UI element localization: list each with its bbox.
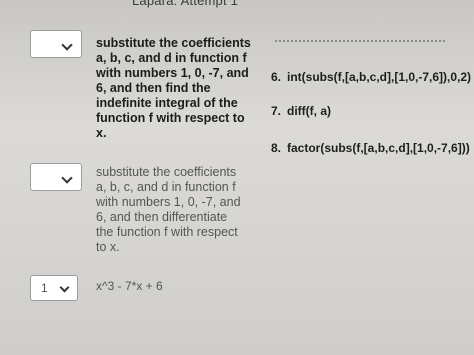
question-line: to x. (96, 240, 120, 254)
question-line: with numbers 1, 0, -7, and (96, 66, 249, 80)
option-number: 7. (271, 104, 282, 118)
question-text-1: substitute the coefficients a, b, c, and… (96, 36, 251, 141)
question-line: 6, and then find the (96, 81, 211, 95)
option-7: 7. diff(f, a) (271, 104, 331, 118)
question-line: substitute the coefficients (96, 36, 251, 50)
option-8: 8. factor(subs(f,[a,b,c,d],[1,0,-7,6])) (271, 141, 470, 155)
question-text-3: x^3 - 7*x + 6 (96, 279, 163, 294)
question-line: substitute the coefficients (96, 165, 237, 179)
answer-select-value: 1 (41, 281, 48, 295)
answer-select-2[interactable] (30, 163, 82, 191)
question-line: x. (96, 126, 107, 140)
question-line: the function f with respect (96, 225, 238, 239)
chevron-down-icon (59, 282, 70, 293)
question-line: x^3 - 7*x + 6 (96, 279, 163, 293)
chevron-down-icon (61, 39, 73, 51)
quiz-page: Lapara: Attempt 1 substitute the coeffic… (0, 0, 474, 355)
chevron-down-icon (61, 172, 73, 184)
question-text-2: substitute the coefficients a, b, c, and… (96, 165, 241, 255)
option-text: int(subs(f,[a,b,c,d],[1,0,-7,6]),0,2) (287, 70, 472, 84)
page-title: Lapara: Attempt 1 (132, 0, 239, 8)
option-6: 6. int(subs(f,[a,b,c,d],[1,0,-7,6]),0,2) (271, 70, 471, 84)
option-number: 6. (271, 70, 282, 84)
question-line: a, b, c, and d in function f (96, 51, 247, 65)
option-number: 8. (271, 141, 282, 155)
question-line: 6, and then differentiate (96, 210, 228, 224)
option-text: diff(f, a) (287, 104, 332, 118)
question-line: with numbers 1, 0, -7, and (96, 195, 241, 209)
divider (275, 40, 445, 42)
question-line: function f with respect to (96, 111, 245, 125)
option-text: factor(subs(f,[a,b,c,d],[1,0,-7,6])) (287, 141, 470, 155)
question-line: a, b, c, and d in function f (96, 180, 236, 194)
answer-select-1[interactable] (30, 30, 82, 58)
question-line: indefinite integral of the (96, 96, 238, 110)
answer-select-3[interactable]: 1 (30, 275, 78, 301)
